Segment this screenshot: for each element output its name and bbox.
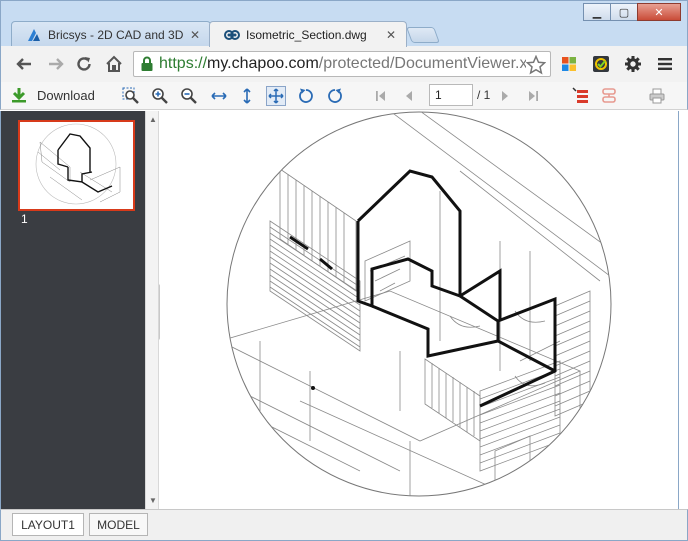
fit-height-icon (243, 88, 251, 104)
markup-compare-button[interactable] (599, 86, 619, 106)
home-button[interactable] (103, 54, 125, 74)
download-arrow-icon (12, 88, 26, 103)
next-page-icon (502, 91, 508, 101)
first-page-icon (376, 91, 385, 101)
sidebar-scrollbar[interactable]: ▲ ▼ (145, 111, 159, 509)
tab-close-icon[interactable]: ✕ (190, 28, 200, 42)
back-arrow-icon (16, 58, 31, 70)
browser-navbar: https://my.chapoo.com/protected/Document… (0, 46, 688, 82)
rotate-right-button[interactable] (325, 86, 345, 106)
thumbnail-sidebar: 1 (0, 111, 145, 509)
close-window-button[interactable]: ✕ (637, 3, 681, 21)
tab-label: Isometric_Section.dwg (246, 27, 367, 42)
tab-bricsys[interactable]: Bricsys - 2D CAD and 3D d ✕ (11, 21, 211, 47)
page-number-input[interactable]: 1 (429, 84, 473, 106)
reload-button[interactable] (73, 54, 95, 74)
bricsys-logo-icon (28, 28, 40, 41)
page-thumbnail[interactable] (18, 120, 135, 211)
home-icon (106, 55, 122, 72)
zoom-window-button[interactable] (121, 86, 141, 106)
download-label: Download (37, 87, 95, 103)
back-button[interactable] (13, 54, 35, 74)
url-scheme: https:// (159, 55, 208, 72)
rotate-ccw-icon (299, 88, 313, 103)
next-page-button[interactable] (495, 86, 515, 106)
zoom-window-icon (122, 87, 139, 104)
settings-gear-icon[interactable] (623, 54, 643, 74)
extension-office-icon[interactable] (559, 54, 579, 74)
reload-icon (77, 57, 91, 71)
tab-layout1[interactable]: LAYOUT1 (12, 513, 84, 536)
isometric-section-drawing (226, 111, 612, 497)
chapoo-logo-icon (224, 29, 240, 40)
download-button[interactable]: Download (11, 87, 95, 103)
rotate-cw-icon (328, 88, 342, 103)
zoom-in-button[interactable] (150, 86, 170, 106)
zoom-out-button[interactable] (179, 86, 199, 106)
first-page-button[interactable] (371, 86, 391, 106)
zoom-in-icon (152, 88, 168, 104)
maximize-button[interactable]: ▢ (610, 3, 638, 21)
scroll-down-arrow-icon[interactable]: ▼ (149, 496, 157, 505)
url-host: my.chapoo.com (207, 55, 319, 72)
thumbnail-page-number: 1 (21, 212, 28, 226)
previous-page-button[interactable] (399, 86, 419, 106)
zoom-out-icon (181, 88, 197, 104)
fit-width-icon (211, 92, 227, 100)
page-total-label: / 1 (477, 88, 491, 102)
tab-label: Bricsys - 2D CAD and 3D d (48, 27, 184, 42)
url-path: /protected/DocumentViewer.xht (318, 55, 541, 72)
pan-move-icon (268, 88, 284, 104)
tab-model[interactable]: MODEL (89, 513, 148, 536)
thumbnail-drawing-preview (35, 123, 121, 205)
layout-tab-bar: LAYOUT1 MODEL (0, 509, 688, 541)
window-controls: ▁ ▢ ✕ (583, 3, 681, 21)
bookmark-star-icon[interactable] (526, 55, 546, 75)
browser-tab-strip: Bricsys - 2D CAD and 3D d ✕ Isometric_Se… (0, 0, 688, 47)
printer-icon (649, 88, 665, 104)
forward-arrow-icon (49, 58, 64, 70)
new-tab-button[interactable] (406, 27, 440, 43)
forward-button[interactable] (45, 54, 67, 74)
fit-height-button[interactable] (237, 86, 257, 106)
last-page-button[interactable] (523, 86, 543, 106)
extension-check-icon[interactable] (591, 54, 611, 74)
markup-list-icon (572, 87, 588, 103)
markup-list-button[interactable] (571, 86, 591, 106)
fit-width-button[interactable] (209, 86, 229, 106)
tab-close-icon[interactable]: ✕ (386, 28, 396, 42)
previous-page-icon (406, 91, 412, 101)
drawing-canvas[interactable] (160, 111, 679, 509)
pan-button[interactable] (266, 86, 286, 106)
menu-hamburger-icon[interactable] (655, 54, 675, 74)
viewer-toolbar: Download 1 / 1 (0, 82, 688, 110)
rotate-left-button[interactable] (296, 86, 316, 106)
address-bar[interactable]: https://my.chapoo.com/protected/Document… (133, 51, 551, 77)
minimize-button[interactable]: ▁ (583, 3, 611, 21)
lock-icon (141, 56, 153, 71)
print-button[interactable] (647, 86, 667, 106)
tab-isometric-section[interactable]: Isometric_Section.dwg ✕ (209, 21, 407, 47)
last-page-icon (529, 91, 538, 101)
markup-compare-icon (602, 88, 616, 103)
scroll-up-arrow-icon[interactable]: ▲ (149, 115, 157, 124)
